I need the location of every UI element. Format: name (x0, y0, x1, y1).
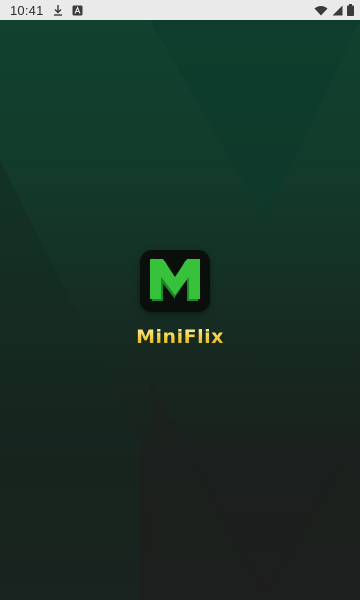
app-name: MiniFlix (120, 326, 240, 348)
status-bar-right (314, 4, 354, 16)
translate-a-icon (72, 5, 83, 16)
status-bar: 10:41 (0, 0, 360, 20)
status-bar-left: 10:41 (10, 3, 83, 18)
splash-screen: 10:41 MiniFlix (0, 0, 360, 600)
download-icon (52, 4, 64, 16)
battery-icon (347, 4, 354, 16)
app-logo (140, 250, 210, 312)
m-logo-icon (150, 259, 200, 301)
status-time: 10:41 (10, 2, 44, 18)
wifi-icon (314, 5, 328, 16)
cellular-signal-icon (332, 5, 343, 16)
